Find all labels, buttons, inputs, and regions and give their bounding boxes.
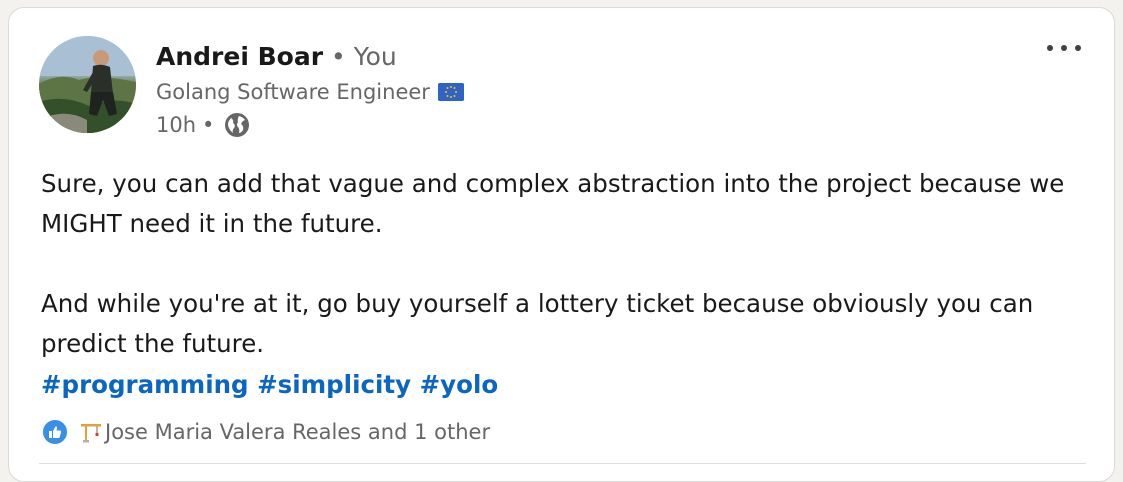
author-name[interactable]: Andrei Boar xyxy=(156,42,323,71)
meta-separator: • xyxy=(202,113,215,137)
more-dot xyxy=(1061,45,1067,51)
more-dot xyxy=(1047,45,1053,51)
post-body: Sure, you can add that vague and complex… xyxy=(41,164,1081,364)
construction-crane-icon xyxy=(79,420,103,444)
author-headline: Golang Software Engineer xyxy=(156,79,464,105)
like-reaction-icon xyxy=(41,418,69,446)
hashtag-list: #programming #simplicity #yolo xyxy=(41,365,498,405)
reactions-summary[interactable]: Jose Maria Valera Reales and 1 other xyxy=(41,418,490,446)
author-separator: • xyxy=(330,42,346,71)
globe-icon xyxy=(224,112,250,138)
eu-flag-icon xyxy=(437,83,464,101)
post-time[interactable]: 10h xyxy=(156,112,196,138)
author-line: Andrei Boar • You xyxy=(156,42,397,72)
hashtag-link[interactable]: #simplicity xyxy=(257,370,411,399)
more-options-icon[interactable] xyxy=(1047,38,1081,58)
author-avatar[interactable] xyxy=(39,36,136,133)
post-card: Andrei Boar • You Golang Software Engine… xyxy=(8,7,1115,482)
author-headline-text: Golang Software Engineer xyxy=(156,80,430,104)
social-actions-divider xyxy=(39,463,1086,464)
author-relation: You xyxy=(353,42,397,71)
post-body-paragraph-2: And while you're at it, go buy yourself … xyxy=(41,289,1034,358)
post-body-paragraph-1: Sure, you can add that vague and complex… xyxy=(41,169,1065,238)
more-dot xyxy=(1075,45,1081,51)
hashtag-link[interactable]: #programming xyxy=(41,370,249,399)
hashtag-link[interactable]: #yolo xyxy=(420,370,499,399)
post-meta: 10h • xyxy=(156,112,250,138)
reactions-summary-text: Jose Maria Valera Reales and 1 other xyxy=(105,420,491,444)
